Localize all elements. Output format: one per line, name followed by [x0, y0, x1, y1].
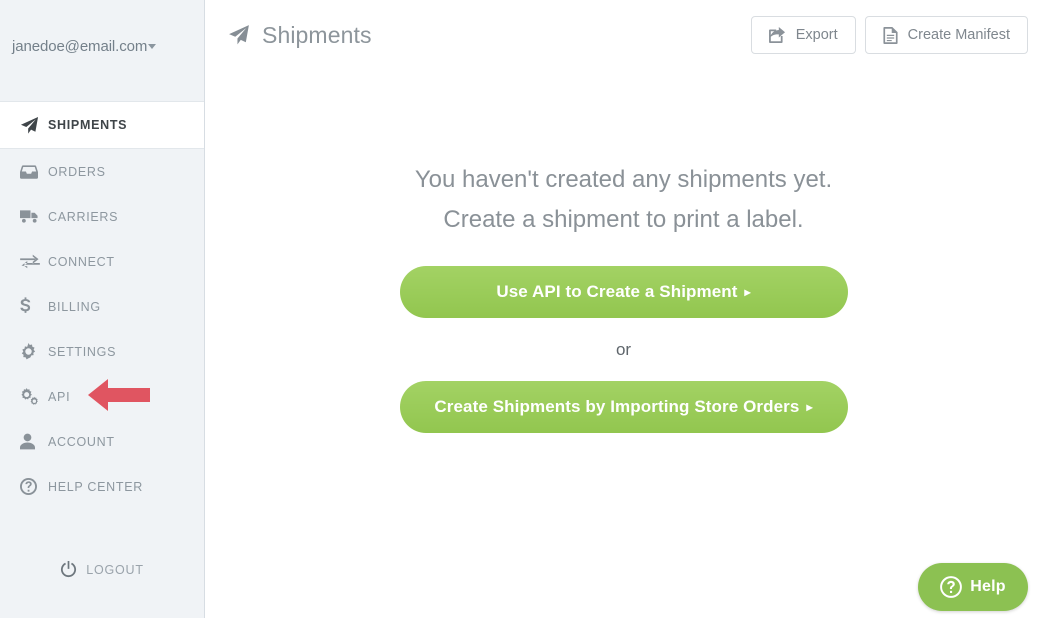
export-button[interactable]: Export: [750, 16, 856, 54]
caret-down-icon: [148, 44, 157, 49]
account-menu[interactable]: janedoe@email.com: [0, 0, 204, 101]
sidebar-item-account[interactable]: ACCOUNT: [0, 419, 204, 464]
sidebar-item-label: CONNECT: [48, 254, 115, 269]
topbar-actions: Export Create Manifest: [750, 16, 1028, 54]
import-store-orders-button[interactable]: Create Shipments by Importing Store Orde…: [399, 381, 848, 433]
app-root: janedoe@email.com SHIPMENTS ORDERS CARRI: [0, 0, 1042, 618]
main-content: Shipments Export Create Manifest You hav…: [205, 0, 1042, 618]
truck-icon: [20, 209, 48, 224]
cta-wrap: Use API to Create a Shipment ▸ or Create…: [399, 266, 848, 433]
empty-state-line-2: Create a shipment to print a label.: [443, 206, 804, 233]
share-export-icon: [768, 27, 786, 43]
inbox-icon: [20, 164, 48, 180]
paper-plane-icon: [20, 116, 48, 135]
or-separator-label: or: [615, 340, 632, 359]
use-api-button-label: Use API to Create a Shipment: [496, 282, 738, 301]
sidebar-item-billing[interactable]: BILLING: [0, 284, 204, 329]
sidebar-item-carriers[interactable]: CARRIERS: [0, 194, 204, 239]
sidebar-item-label: CARRIERS: [48, 209, 119, 224]
question-circle-icon: [20, 478, 48, 495]
page-title: Shipments: [262, 21, 372, 48]
sidebar-nav: SHIPMENTS ORDERS CARRIERS CONNECT BILLIN…: [0, 101, 204, 509]
sidebar: janedoe@email.com SHIPMENTS ORDERS CARRI: [0, 0, 205, 618]
power-icon: [60, 561, 77, 578]
page-title-wrap: Shipments: [228, 6, 372, 64]
logout-button[interactable]: LOGOUT: [0, 561, 204, 578]
help-widget-button[interactable]: Help: [918, 563, 1028, 611]
gear-icon: [20, 343, 48, 360]
export-button-label: Export: [795, 27, 838, 43]
sidebar-item-label: HELP CENTER: [48, 479, 143, 494]
chevron-right-icon: ▸: [806, 400, 813, 414]
exchange-icon: [20, 254, 48, 269]
paper-plane-icon: [228, 24, 250, 46]
sidebar-item-api[interactable]: API: [0, 374, 204, 419]
empty-state: You haven't created any shipments yet. C…: [205, 160, 1042, 433]
question-circle-icon: [940, 576, 963, 598]
sidebar-item-label: BILLING: [48, 299, 101, 314]
logout-label: LOGOUT: [86, 562, 144, 577]
sidebar-item-help-center[interactable]: HELP CENTER: [0, 464, 204, 509]
sidebar-item-label: ACCOUNT: [48, 434, 115, 449]
topbar: Shipments Export Create Manifest: [205, 0, 1042, 70]
dollar-icon: [20, 297, 48, 316]
create-manifest-button[interactable]: Create Manifest: [864, 16, 1028, 54]
user-icon: [20, 433, 48, 450]
use-api-to-create-shipment-button[interactable]: Use API to Create a Shipment ▸: [399, 266, 848, 318]
cogs-icon: [20, 388, 48, 405]
sidebar-item-orders[interactable]: ORDERS: [0, 149, 204, 194]
create-manifest-button-label: Create Manifest: [907, 27, 1010, 43]
sidebar-item-label: SETTINGS: [48, 344, 117, 359]
sidebar-item-settings[interactable]: SETTINGS: [0, 329, 204, 374]
sidebar-item-shipments[interactable]: SHIPMENTS: [0, 101, 204, 149]
document-icon: [883, 26, 898, 44]
import-store-orders-button-label: Create Shipments by Importing Store Orde…: [434, 397, 800, 416]
help-widget-label: Help: [970, 578, 1006, 595]
sidebar-item-connect[interactable]: CONNECT: [0, 239, 204, 284]
empty-state-line-1: You haven't created any shipments yet.: [414, 166, 833, 193]
sidebar-item-label: ORDERS: [48, 164, 106, 179]
sidebar-item-label: SHIPMENTS: [48, 118, 128, 132]
sidebar-item-label: API: [48, 389, 71, 404]
chevron-right-icon: ▸: [744, 285, 751, 299]
account-email: janedoe@email.com: [12, 38, 148, 55]
